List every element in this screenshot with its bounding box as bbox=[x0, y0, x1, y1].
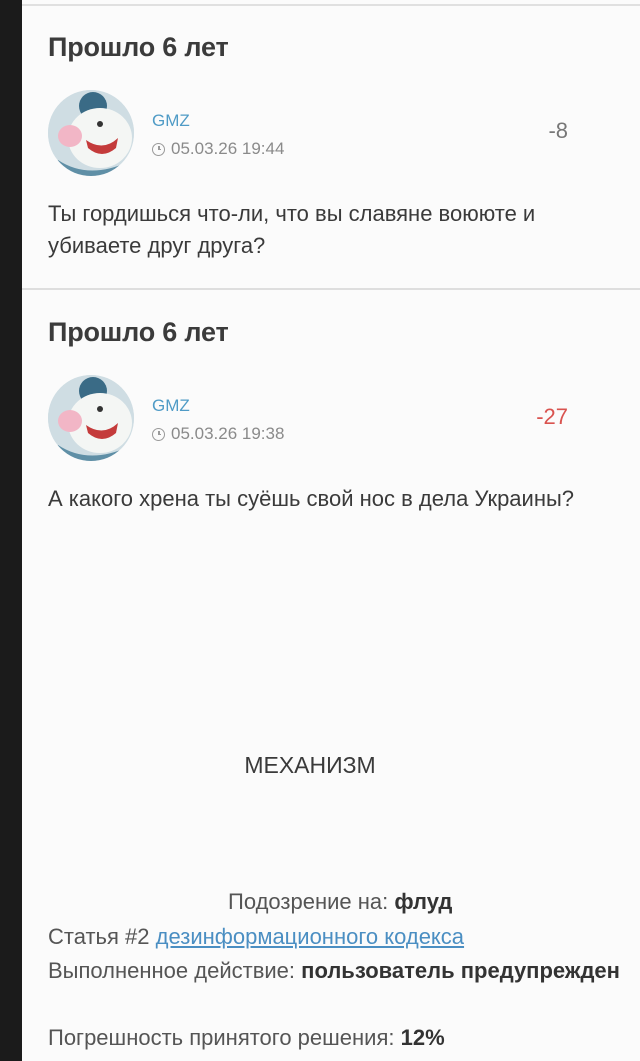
avatar[interactable] bbox=[48, 90, 134, 176]
post-divider bbox=[22, 288, 640, 290]
post-title: Прошло 6 лет bbox=[48, 317, 229, 347]
error-label: Погрешность принятого решения: bbox=[48, 1025, 395, 1050]
author-link[interactable]: GMZ bbox=[152, 111, 190, 131]
article-line: Статья #2 дезинформационного кодекса bbox=[48, 920, 628, 953]
action-line: Выполненное действие: пользователь преду… bbox=[48, 954, 628, 987]
suspicion-label: Подозрение на: bbox=[228, 889, 389, 914]
clock-icon bbox=[152, 142, 165, 156]
suspicion-value: флуд bbox=[394, 889, 453, 914]
page-sheet: Прошло 6 лет GMZ 05.03.26 19:44 -8 Ты го… bbox=[22, 0, 640, 1061]
avatar[interactable] bbox=[48, 375, 134, 461]
post-datetime: 05.03.26 19:44 bbox=[152, 139, 284, 159]
datetime-text: 05.03.26 19:38 bbox=[171, 424, 285, 443]
post-score: -27 bbox=[536, 404, 568, 429]
article-prefix: Статья #2 bbox=[48, 924, 150, 949]
post-text: А какого хрена ты суёшь свой нос в дела … bbox=[48, 486, 575, 511]
suspicion-line: Подозрение на: флуд bbox=[228, 885, 640, 918]
clock-icon bbox=[152, 427, 165, 441]
datetime-text: 05.03.26 19:44 bbox=[171, 139, 285, 158]
error-value: 12% bbox=[400, 1025, 445, 1050]
post-score: -8 bbox=[548, 118, 568, 143]
author-link[interactable]: GMZ bbox=[152, 396, 190, 416]
article-link[interactable]: дезинформационного кодекса bbox=[156, 924, 464, 949]
error-line: Погрешность принятого решения: 12% bbox=[48, 1021, 628, 1054]
action-label: Выполненное действие: bbox=[48, 958, 296, 983]
post-datetime: 05.03.26 19:38 bbox=[152, 424, 284, 444]
action-value: пользователь предупрежден bbox=[301, 958, 620, 983]
post-text: Ты гордишься что-ли, что вы славяне воюю… bbox=[48, 201, 536, 258]
top-divider bbox=[22, 4, 640, 6]
mechanism-title: МЕХАНИЗМ bbox=[244, 752, 376, 778]
post-title: Прошло 6 лет bbox=[48, 32, 229, 62]
